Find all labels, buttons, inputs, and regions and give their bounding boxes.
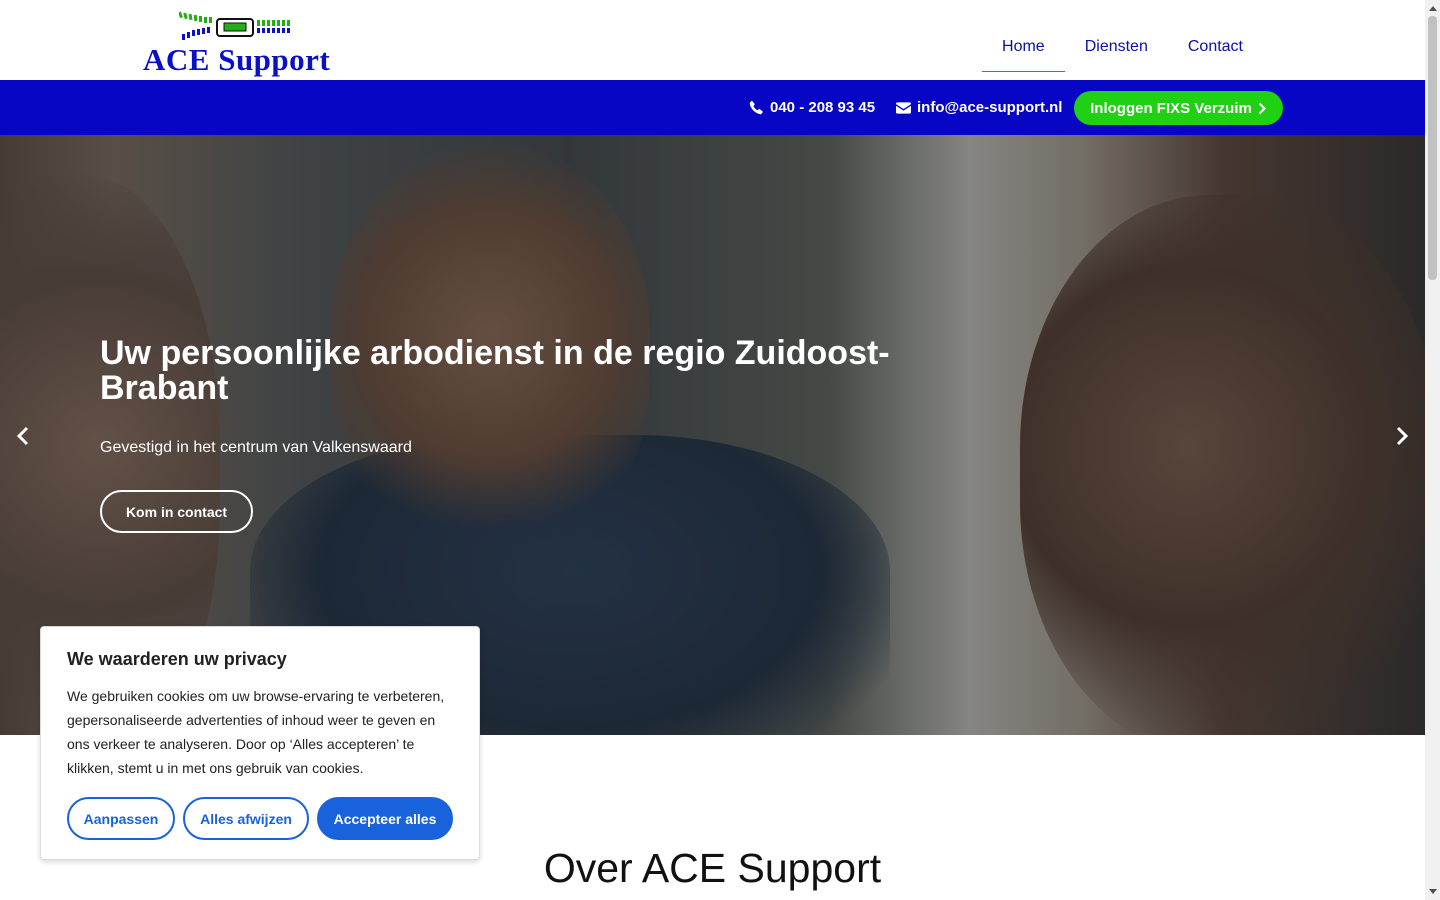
phone-number: 040 - 208 93 45 bbox=[770, 99, 876, 116]
ace-support-logo[interactable]: ACE Support bbox=[143, 8, 333, 77]
main-nav: Home Diensten Contact bbox=[982, 0, 1263, 80]
chevron-right-icon bbox=[1258, 102, 1266, 114]
contact-cta-button[interactable]: Kom in contact bbox=[100, 490, 253, 533]
logo-wordmark: ACE Support bbox=[143, 42, 331, 77]
cookie-banner-text: We gebruiken cookies om uw browse-ervari… bbox=[67, 688, 445, 776]
scrollbar-thumb[interactable] bbox=[1428, 16, 1437, 280]
scroll-down-arrow-icon[interactable] bbox=[1429, 889, 1437, 894]
cookie-banner-title: We waarderen uw privacy bbox=[67, 649, 287, 669]
email-address: info@ace-support.nl bbox=[917, 99, 1063, 116]
nav-diensten[interactable]: Diensten bbox=[1065, 8, 1168, 72]
reject-all-cookies-button[interactable]: Alles afwijzen bbox=[183, 797, 309, 840]
login-fixs-button[interactable]: Inloggen FIXS Verzuim bbox=[1074, 91, 1283, 125]
customize-cookies-button[interactable]: Aanpassen bbox=[67, 797, 175, 840]
phone-icon bbox=[749, 100, 763, 115]
contact-bar: 040 - 208 93 45 info@ace-support.nl Inlo… bbox=[0, 80, 1425, 135]
nav-contact[interactable]: Contact bbox=[1168, 8, 1263, 72]
site-header: ACE Support Home Diensten Contact bbox=[0, 0, 1425, 80]
hero-subtitle: Gevestigd in het centrum van Valkenswaar… bbox=[100, 439, 412, 456]
chevron-right-icon bbox=[1396, 426, 1408, 446]
envelope-icon bbox=[896, 101, 911, 114]
hero-title: Uw persoonlijke arbodienst in de regio Z… bbox=[100, 334, 890, 407]
logo-zipper-graphic bbox=[179, 11, 290, 40]
phone-link[interactable]: 040 - 208 93 45 bbox=[749, 80, 875, 135]
chevron-left-icon bbox=[17, 426, 29, 446]
scroll-up-arrow-icon[interactable] bbox=[1429, 6, 1437, 11]
login-button-label: Inloggen FIXS Verzuim bbox=[1090, 99, 1252, 117]
slider-prev-button[interactable] bbox=[13, 424, 33, 448]
nav-home[interactable]: Home bbox=[982, 8, 1065, 72]
email-link[interactable]: info@ace-support.nl bbox=[896, 80, 1062, 135]
page-scrollbar[interactable] bbox=[1425, 0, 1440, 900]
cookie-consent-banner: We waarderen uw privacy We gebruiken coo… bbox=[40, 626, 480, 860]
slider-next-button[interactable] bbox=[1392, 424, 1412, 448]
accept-all-cookies-button[interactable]: Accepteer alles bbox=[317, 797, 453, 840]
